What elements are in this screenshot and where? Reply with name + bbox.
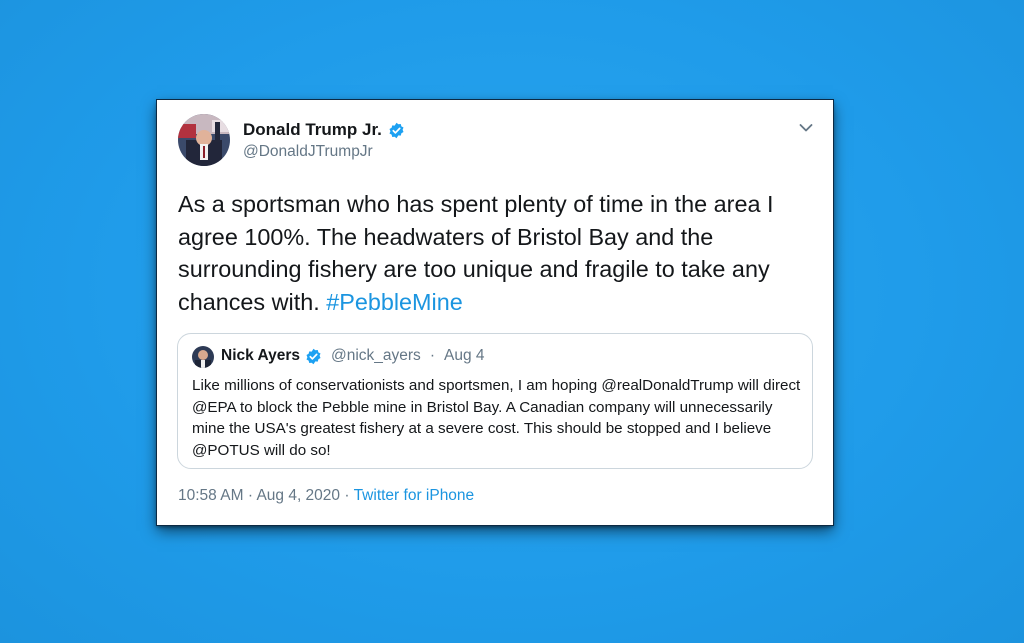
tweet-footer: 10:58 AM · Aug 4, 2020 · Twitter for iPh…: [178, 487, 474, 505]
author-avatar[interactable]: [178, 114, 230, 166]
footer-separator: ·: [344, 487, 350, 504]
verified-badge-icon: [305, 348, 322, 365]
footer-separator: ·: [247, 487, 253, 504]
chevron-down-icon[interactable]: [799, 120, 813, 132]
tweet-body: As a sportsman who has spent plenty of t…: [178, 191, 774, 315]
tweet-card[interactable]: Donald Trump Jr. @DonaldJTrumpJr As a sp…: [157, 100, 833, 525]
quoted-tweet[interactable]: Nick Ayers @nick_ayers · Aug 4 Like mill…: [177, 333, 813, 469]
quoted-author-avatar[interactable]: [192, 346, 214, 368]
author-name[interactable]: Donald Trump Jr.: [243, 120, 405, 140]
tweet-date[interactable]: Aug 4, 2020: [256, 487, 340, 504]
hashtag-link[interactable]: #PebbleMine: [326, 289, 463, 315]
quoted-author[interactable]: Nick Ayers @nick_ayers · Aug 4: [221, 347, 485, 365]
tweet-text: As a sportsman who has spent plenty of t…: [178, 188, 818, 318]
quoted-author-handle: @nick_ayers: [330, 347, 421, 364]
author-name-text: Donald Trump Jr.: [243, 120, 382, 139]
tweet-source-link[interactable]: Twitter for iPhone: [354, 487, 475, 504]
quoted-tweet-text: Like millions of conservationists and sp…: [192, 377, 801, 459]
quoted-meta-separator: ·: [429, 347, 435, 364]
quoted-author-name: Nick Ayers: [221, 347, 300, 364]
verified-badge-icon: [388, 122, 405, 139]
quoted-date: Aug 4: [443, 347, 485, 364]
tweet-timestamp[interactable]: 10:58 AM: [178, 487, 244, 504]
author-handle[interactable]: @DonaldJTrumpJr: [243, 143, 373, 161]
